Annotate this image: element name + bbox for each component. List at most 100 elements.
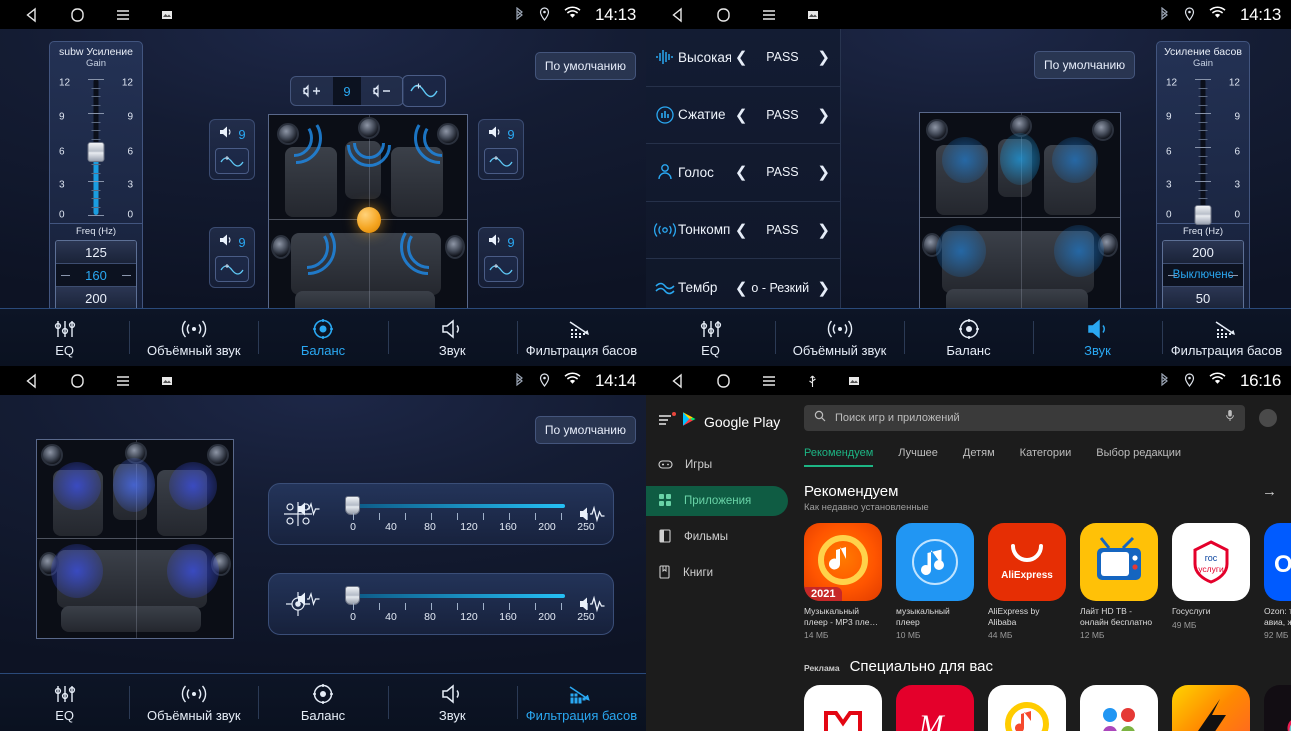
tab-sound[interactable]: Звук [387, 309, 517, 366]
home-icon[interactable] [716, 373, 731, 389]
app-card[interactable]: OZ247N Ozon: товары, авиа, ж/д.билеты 92… [1264, 523, 1291, 640]
channel-front-left[interactable]: 9 [209, 119, 255, 180]
menu-icon[interactable] [761, 7, 777, 23]
tab-bass-filter[interactable]: Фильтрация басов [1162, 309, 1291, 366]
menu-icon[interactable] [115, 7, 131, 23]
bass-boost-slider[interactable]: 12 12 9 9 6 6 3 3 0 0 [1157, 73, 1249, 225]
sidebar-item-movies[interactable]: Фильмы [646, 522, 788, 552]
volume-minus-icon[interactable] [361, 77, 403, 105]
back-triangle-icon[interactable] [670, 7, 686, 23]
app-card[interactable]: Лайт HD ТВ - онлайн бесплатно 12 МБ [1080, 523, 1158, 640]
tab-kids[interactable]: Детям [963, 447, 995, 467]
eq-curve-icon[interactable] [215, 148, 249, 174]
default-button-p2[interactable]: По умолчанию [1034, 51, 1136, 79]
avatar[interactable] [1259, 409, 1277, 427]
arrow-right-icon[interactable]: → [1262, 483, 1277, 500]
tab-recommended[interactable]: Рекомендуем [804, 447, 874, 467]
app-card[interactable]: AliExpress AliExpress by Alibaba 44 МБ [988, 523, 1066, 640]
freq-option-160-selected[interactable]: 160 [56, 264, 136, 287]
app-card[interactable]: 2021 Музыкальный плеер - MP3 плеер , Пле… [804, 523, 882, 640]
default-button-p3[interactable]: По умолчанию [534, 416, 636, 444]
bass-filter-slider-1[interactable]: 0 40 80 120 160 200 250 [327, 487, 595, 541]
chevron-right-icon[interactable]: ❯ [813, 106, 834, 124]
menu-icon[interactable] [761, 373, 777, 389]
balance-position-marker[interactable] [357, 207, 381, 233]
tab-surround[interactable]: Объёмный звук [775, 309, 904, 366]
channel-front-right[interactable]: 9 [478, 119, 524, 180]
app-card[interactable] [1172, 685, 1250, 731]
tab-eq[interactable]: EQ [0, 674, 129, 731]
microphone-icon[interactable] [1225, 409, 1235, 427]
app-card[interactable]: гос услуги Госуслуги 49 МБ [1172, 523, 1250, 640]
sound-row-highpass[interactable]: Высокая ... ❮ PASS ❯ [646, 29, 840, 87]
default-button-p1[interactable]: По умолчанию [534, 52, 636, 80]
car-cabin-diagram-p2[interactable] [919, 112, 1121, 324]
play-brand[interactable]: Google Play [646, 405, 796, 444]
tab-eq[interactable]: EQ [0, 309, 129, 366]
sound-row-voice[interactable]: Голос ❮ PASS ❯ [646, 144, 840, 202]
screenshot-icon[interactable] [848, 375, 860, 387]
tab-editors-choice[interactable]: Выбор редакции [1096, 447, 1181, 467]
tab-balance[interactable]: Баланс [904, 309, 1033, 366]
sound-row-compression[interactable]: Сжатие ❮ PASS ❯ [646, 87, 840, 144]
chevron-left-icon[interactable]: ❮ [731, 221, 752, 239]
chevron-left-icon[interactable]: ❮ [731, 48, 752, 66]
back-triangle-icon[interactable] [670, 373, 686, 389]
tab-sound[interactable]: Звук [1033, 309, 1162, 366]
eq-curve-icon[interactable] [215, 256, 249, 282]
tab-surround[interactable]: Объёмный звук [129, 309, 258, 366]
screenshot-icon[interactable] [807, 9, 819, 21]
chevron-left-icon[interactable]: ❮ [731, 279, 752, 297]
bass-boost-slider-knob[interactable] [1194, 205, 1212, 225]
channel-rear-right[interactable]: 9 [478, 227, 524, 288]
sound-row-loudness[interactable]: Тонкомпе... ❮ PASS ❯ [646, 202, 840, 259]
volume-plus-icon[interactable] [291, 77, 333, 105]
chevron-right-icon[interactable]: ❯ [813, 221, 834, 239]
freq-option-off-selected[interactable]: Выключенс [1163, 264, 1243, 287]
bass-filter-slider-2[interactable]: 0 40 80 120 160 200 250 [327, 577, 595, 631]
chevron-left-icon[interactable]: ❮ [731, 106, 752, 124]
back-triangle-icon[interactable] [24, 373, 40, 389]
search-input[interactable]: Поиск игр и приложений [804, 405, 1245, 431]
tab-categories[interactable]: Категории [1020, 447, 1072, 467]
chevron-left-icon[interactable]: ❮ [731, 163, 752, 181]
subwoofer-slider[interactable]: 12 12 9 9 6 6 3 3 0 0 [50, 73, 142, 221]
tab-balance[interactable]: Баланс [258, 309, 387, 366]
tab-bass-filter[interactable]: Фильтрация басов [516, 674, 646, 731]
master-volume-stepper[interactable]: 9 [290, 76, 404, 106]
app-card[interactable]: M. [896, 685, 974, 731]
chevron-right-icon[interactable]: ❯ [813, 279, 834, 297]
home-icon[interactable] [70, 373, 85, 389]
app-card[interactable] [1264, 685, 1291, 731]
freq-option-125[interactable]: 125 [56, 241, 136, 264]
subwoofer-slider-knob[interactable] [87, 142, 105, 162]
freq-option-200[interactable]: 200 [56, 287, 136, 310]
car-cabin-diagram[interactable] [268, 114, 468, 324]
hamburger-icon[interactable] [658, 411, 676, 431]
chevron-right-icon[interactable]: ❯ [813, 163, 834, 181]
tab-eq[interactable]: EQ [646, 309, 775, 366]
freq-option-200[interactable]: 200 [1163, 241, 1243, 264]
tab-sound[interactable]: Звук [387, 674, 517, 731]
tab-best[interactable]: Лучшее [898, 447, 938, 467]
sidebar-item-books[interactable]: Книги [646, 558, 788, 588]
back-triangle-icon[interactable] [24, 7, 40, 23]
tab-balance[interactable]: Баланс [258, 674, 387, 731]
master-eq-curve-button[interactable] [402, 75, 446, 107]
app-card[interactable]: музыкальный плеер 10 МБ [896, 523, 974, 640]
home-icon[interactable] [70, 7, 85, 23]
menu-icon[interactable] [115, 373, 131, 389]
sidebar-item-apps[interactable]: Приложения [646, 486, 788, 516]
eq-curve-icon[interactable] [484, 256, 518, 282]
app-card[interactable] [1080, 685, 1158, 731]
app-card[interactable] [804, 685, 882, 731]
eq-curve-icon[interactable] [484, 148, 518, 174]
channel-rear-left[interactable]: 9 [209, 227, 255, 288]
chevron-right-icon[interactable]: ❯ [813, 48, 834, 66]
sidebar-item-games[interactable]: Игры [646, 450, 788, 480]
screenshot-icon[interactable] [161, 375, 173, 387]
screenshot-icon[interactable] [161, 9, 173, 21]
tab-bass-filter[interactable]: Фильтрация басов [516, 309, 646, 366]
freq-option-50[interactable]: 50 [1163, 287, 1243, 310]
app-card[interactable] [988, 685, 1066, 731]
